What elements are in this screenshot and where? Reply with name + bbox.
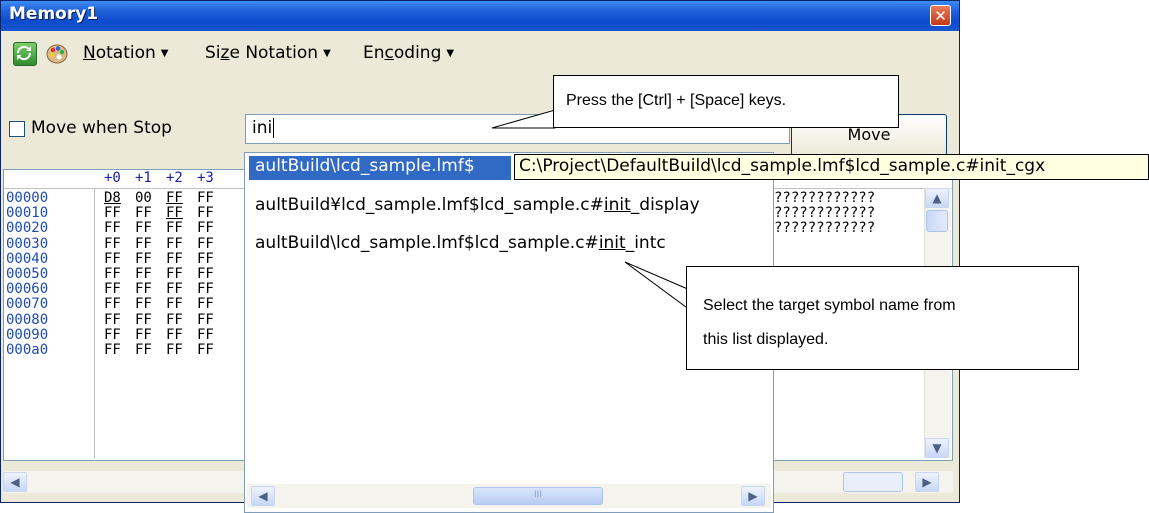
keys-callout: Press the [Ctrl] + [Space] keys. [553,75,899,128]
select-callout: Select the target symbol name from this … [686,266,1079,370]
keys-callout-text: Press the [Ctrl] + [Space] keys. [566,92,787,109]
select-callout-line1: Select the target symbol name from [703,297,956,314]
select-callout-line2: this list displayed. [703,331,829,348]
